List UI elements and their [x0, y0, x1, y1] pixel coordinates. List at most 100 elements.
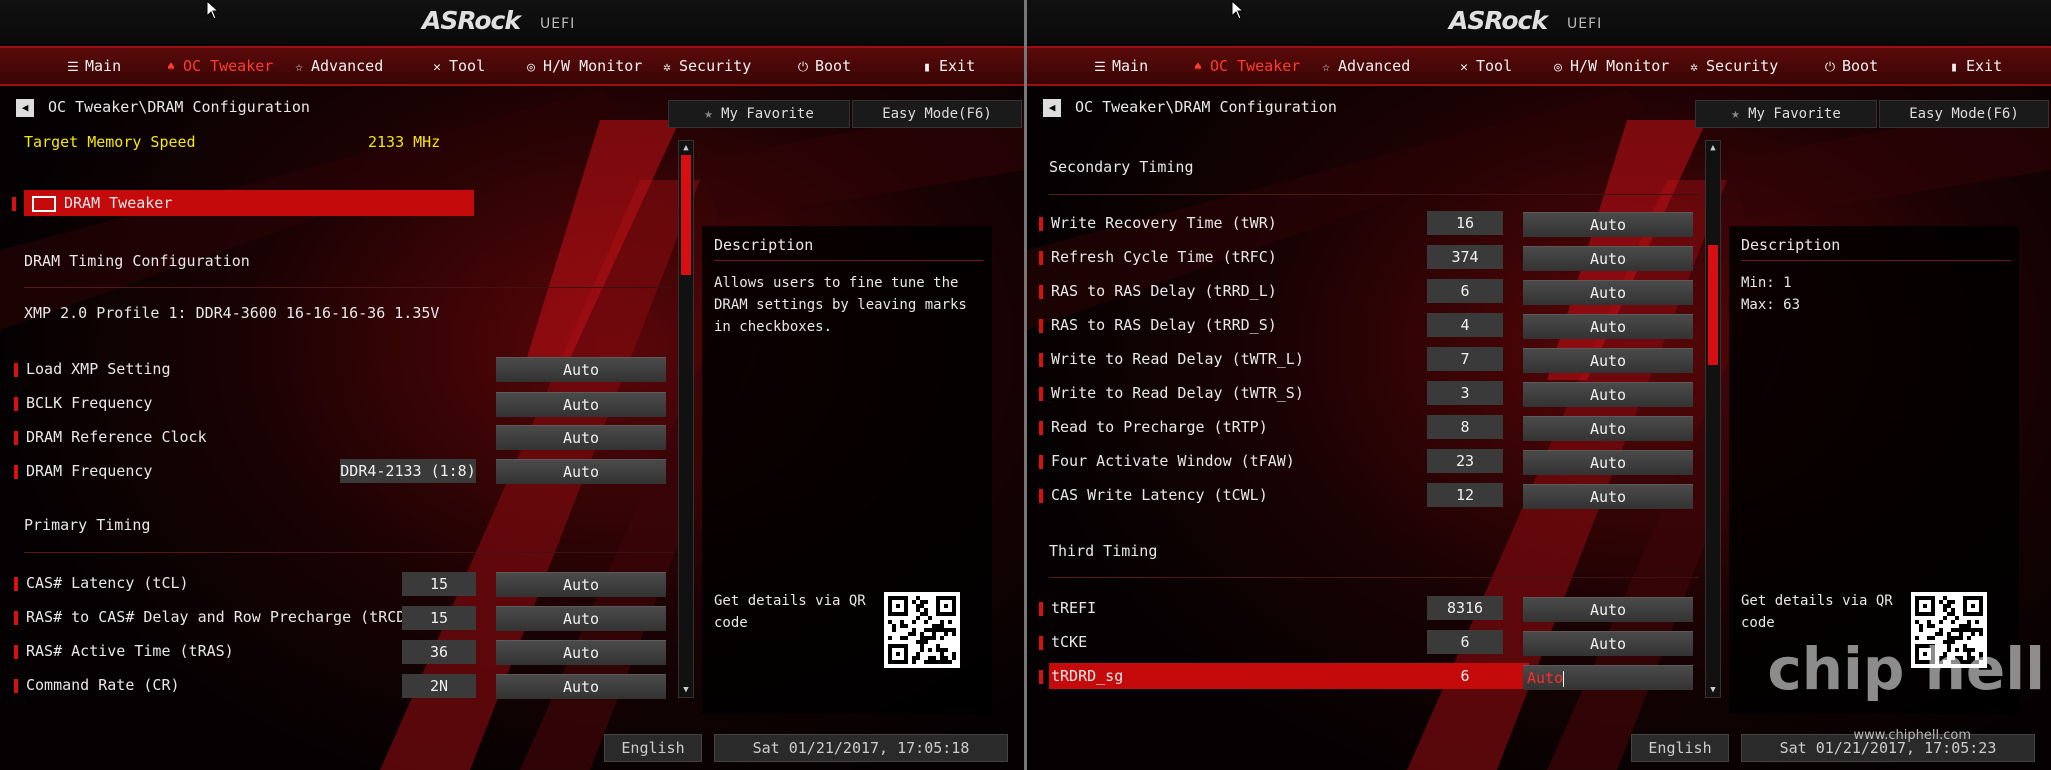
- my-favorite-button[interactable]: ★ My Favorite: [1695, 100, 1877, 128]
- tab-hw-monitor[interactable]: ◎ H/W Monitor: [524, 48, 642, 84]
- tab-oc-tweaker[interactable]: ♠ OC Tweaker: [1191, 48, 1300, 84]
- bclk-frequency-label[interactable]: BCLK Frequency: [14, 391, 152, 415]
- cas-latency-label[interactable]: CAS# Latency (tCL): [14, 571, 189, 595]
- star-icon: ★: [1731, 106, 1740, 122]
- main-nav: ☰ Main ♠ OC Tweaker ☆ Advanced ✕ Tool ◎ H/W M…: [0, 46, 1024, 86]
- tab-security[interactable]: ✲ Security: [1687, 48, 1778, 84]
- scrollbar-thumb[interactable]: [681, 155, 691, 275]
- timing-row-label[interactable]: tREFI: [1039, 596, 1096, 620]
- load-xmp-setting-label[interactable]: Load XMP Setting: [14, 357, 171, 381]
- timing-row-current: 12: [1427, 483, 1503, 507]
- timing-row-current: 6: [1427, 279, 1503, 303]
- timing-row-label[interactable]: Write Recovery Time (tWR): [1039, 211, 1277, 235]
- description-min: Min: 1: [1741, 275, 1792, 291]
- load-xmp-setting-select[interactable]: Auto: [496, 357, 666, 382]
- back-arrow-icon[interactable]: ◀: [16, 98, 34, 117]
- dram-reference-clock-label[interactable]: DRAM Reference Clock: [14, 425, 207, 449]
- trcdtrp-label[interactable]: RAS# to CAS# Delay and Row Precharge (tR…: [14, 605, 441, 629]
- secondary-timing-heading: Secondary Timing: [1049, 158, 1194, 176]
- timing-row-label[interactable]: Read to Precharge (tRTP): [1039, 415, 1268, 439]
- trcdtrp-current: 15: [402, 606, 476, 630]
- timing-row-label[interactable]: CAS Write Latency (tCWL): [1039, 483, 1268, 507]
- timing-row-label[interactable]: Four Activate Window (tFAW): [1039, 449, 1295, 473]
- timing-row-input[interactable]: Auto: [1523, 212, 1693, 237]
- timing-row-input[interactable]: Auto: [1523, 665, 1693, 690]
- timing-row-input[interactable]: Auto: [1523, 314, 1693, 339]
- timing-row-input[interactable]: Auto: [1523, 484, 1693, 509]
- tras-current: 36: [402, 640, 476, 664]
- timing-row-input[interactable]: Auto: [1523, 597, 1693, 622]
- qr-code-icon: [884, 592, 960, 668]
- timing-row-input[interactable]: Auto: [1523, 280, 1693, 305]
- timing-row-current: 8: [1427, 415, 1503, 439]
- dram-frequency-label[interactable]: DRAM Frequency: [14, 459, 152, 483]
- tab-tool[interactable]: ✕ Tool: [430, 48, 485, 84]
- language-button[interactable]: English: [1631, 734, 1729, 762]
- mouse-cursor-icon: [1231, 0, 1245, 20]
- timing-row-label[interactable]: tRDRD_sg: [1039, 664, 1123, 688]
- bclk-frequency-input[interactable]: Auto: [496, 392, 666, 417]
- dram-frequency-select[interactable]: Auto: [496, 459, 666, 484]
- back-arrow-icon[interactable]: ◀: [1043, 98, 1061, 117]
- scroll-down-arrow-icon[interactable]: ▼: [679, 683, 693, 697]
- qr-details-text: Get details via QR code: [714, 593, 866, 631]
- power-icon: ⏻: [1824, 60, 1836, 75]
- timing-row-input[interactable]: Auto: [1523, 631, 1693, 656]
- tab-security[interactable]: ✲ Security: [660, 48, 751, 84]
- tab-oc-tweaker[interactable]: ♠ OC Tweaker: [164, 48, 273, 84]
- timing-row-label[interactable]: Write to Read Delay (tWTR_S): [1039, 381, 1304, 405]
- easy-mode-button[interactable]: Easy Mode(F6): [852, 100, 1022, 128]
- easy-mode-button[interactable]: Easy Mode(F6): [1879, 100, 2049, 128]
- tab-advanced[interactable]: ☆ Advanced: [1319, 48, 1410, 84]
- dram-frequency-current: DDR4-2133 (1:8): [340, 459, 476, 483]
- timing-row-label[interactable]: RAS to RAS Delay (tRRD_L): [1039, 279, 1277, 303]
- timing-row-input[interactable]: Auto: [1523, 416, 1693, 441]
- dram-tweaker-item[interactable]: DRAM Tweaker: [12, 191, 172, 215]
- tab-exit[interactable]: ▮ Exit: [920, 48, 975, 84]
- tab-exit[interactable]: ▮ Exit: [1947, 48, 2002, 84]
- scroll-up-arrow-icon[interactable]: ▲: [679, 141, 693, 155]
- timing-row-label[interactable]: Refresh Cycle Time (tRFC): [1039, 245, 1277, 269]
- chiphell-watermark: chip hell: [1767, 635, 2045, 703]
- timing-row-input[interactable]: Auto: [1523, 382, 1693, 407]
- scroll-up-arrow-icon[interactable]: ▲: [1706, 141, 1720, 155]
- cas-latency-input[interactable]: Auto: [496, 572, 666, 597]
- timing-row-label[interactable]: tCKE: [1039, 630, 1087, 654]
- language-button[interactable]: English: [604, 734, 702, 762]
- description-title: Description: [1741, 236, 1841, 254]
- timing-row-input[interactable]: Auto: [1523, 348, 1693, 373]
- dram-reference-clock-select[interactable]: Auto: [496, 425, 666, 450]
- tab-tool[interactable]: ✕ Tool: [1457, 48, 1512, 84]
- target-memory-speed-label: Target Memory Speed: [24, 133, 196, 151]
- tab-advanced[interactable]: ☆ Advanced: [292, 48, 383, 84]
- datetime-display: Sat 01/21/2017, 17:05:18: [714, 734, 1008, 762]
- tab-boot[interactable]: ⏻ Boot: [1823, 48, 1878, 84]
- scrollbar[interactable]: ▲ ▼: [1705, 140, 1721, 698]
- scroll-down-arrow-icon[interactable]: ▼: [1706, 683, 1720, 697]
- trcdtrp-input[interactable]: Auto: [496, 606, 666, 631]
- separator: [1049, 194, 1699, 195]
- wrench-icon: ✕: [1460, 60, 1468, 75]
- command-rate-label[interactable]: Command Rate (CR): [14, 673, 180, 697]
- exit-icon: ▮: [1950, 60, 1958, 75]
- timing-row-label[interactable]: Write to Read Delay (tWTR_L): [1039, 347, 1304, 371]
- shield-icon: ✲: [663, 60, 671, 75]
- timing-row-current: 16: [1427, 211, 1503, 235]
- scrollbar-thumb[interactable]: [1708, 244, 1718, 365]
- star-icon: ☆: [295, 60, 303, 75]
- timing-row-input[interactable]: Auto: [1523, 246, 1693, 271]
- timing-row-label[interactable]: RAS to RAS Delay (tRRD_S): [1039, 313, 1277, 337]
- bottom-bar: English Sat 01/21/2017, 17:05:18: [0, 732, 1024, 770]
- tab-boot[interactable]: ⏻ Boot: [796, 48, 851, 84]
- timing-row-input[interactable]: Auto: [1523, 450, 1693, 475]
- my-favorite-button[interactable]: ★ My Favorite: [668, 100, 850, 128]
- asrock-logo: ASRock: [422, 6, 521, 35]
- tras-label[interactable]: RAS# Active Time (tRAS): [14, 639, 234, 663]
- command-rate-select[interactable]: Auto: [496, 674, 666, 699]
- tras-input[interactable]: Auto: [496, 640, 666, 665]
- tab-hw-monitor[interactable]: ◎ H/W Monitor: [1551, 48, 1669, 84]
- tab-main[interactable]: ☰ Main: [1093, 48, 1148, 84]
- text-caret: [1563, 670, 1565, 687]
- scrollbar[interactable]: ▲ ▼: [678, 140, 694, 698]
- tab-main[interactable]: ☰ Main: [66, 48, 121, 84]
